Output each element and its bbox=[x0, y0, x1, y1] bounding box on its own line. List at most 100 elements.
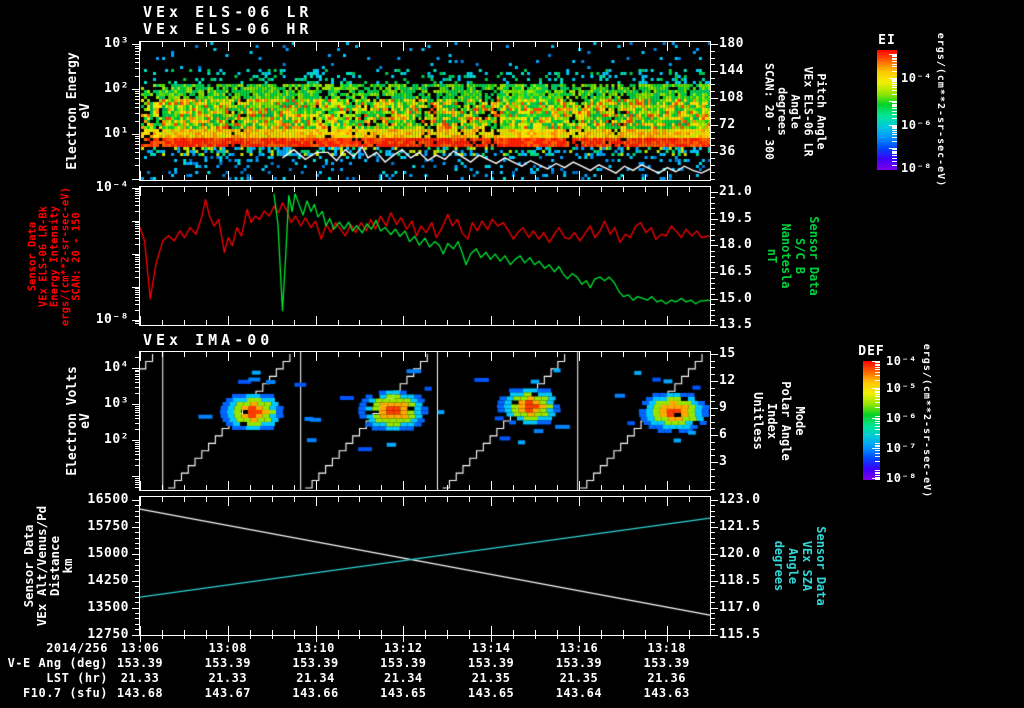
els-spectrogram-xtick-bottom bbox=[205, 175, 207, 180]
EI-colorbar-minor-tick bbox=[892, 157, 897, 159]
ima-spectrogram-left-minor-tick bbox=[135, 378, 139, 380]
table-row-label: LST (hr) bbox=[46, 671, 108, 685]
alt-sza-left-minor-tick bbox=[135, 575, 139, 577]
els-intensity-b-xtick-bottom bbox=[337, 320, 339, 325]
DEF-colorbar-minor-tick bbox=[875, 366, 880, 368]
els-intensity-b-xtick-top bbox=[447, 187, 449, 192]
alt-sza-right-minor-tick bbox=[711, 591, 715, 593]
alt-sza-left-major-tick bbox=[132, 553, 139, 555]
ima-spectrogram-xtick-top bbox=[227, 352, 229, 361]
els-intensity-b-xtick-top bbox=[644, 187, 646, 192]
alt-sza-xtick-top bbox=[556, 497, 558, 502]
alt-sza-right-minor-tick bbox=[711, 602, 715, 604]
ima-spectrogram-right-minor-tick bbox=[711, 374, 715, 376]
alt-sza-right-axis-label: Sensor Data VEx SZA Angle degrees bbox=[772, 526, 828, 606]
els-spectrogram-right-minor-tick bbox=[711, 178, 715, 180]
ima-spectrogram-xtick-bottom bbox=[513, 485, 515, 490]
alt-sza-left-minor-tick bbox=[135, 586, 139, 588]
alt-sza-xtick-below bbox=[293, 636, 295, 639]
DEF-colorbar-minor-tick bbox=[875, 479, 880, 480]
table-cell: 21.33 bbox=[120, 671, 160, 685]
els-intensity-b-xtick-top bbox=[205, 187, 207, 192]
alt-sza-xtick-bottom bbox=[469, 630, 471, 635]
els-intensity-b-right-minor-tick bbox=[711, 240, 715, 242]
alt-sza-xtick-top bbox=[315, 497, 317, 506]
EI-colorbar-minor-tick bbox=[892, 149, 897, 151]
ima-spectrogram-xtick-top bbox=[600, 352, 602, 357]
els-intensity-b-right-major-tick bbox=[711, 191, 718, 193]
els-spectrogram-xtick-top bbox=[337, 42, 339, 47]
els-spectrogram-xtick-top bbox=[140, 42, 141, 51]
alt-sza-xtick-below bbox=[688, 636, 690, 639]
panel3-title: VEx IMA-00 bbox=[143, 331, 274, 349]
ima-spectrogram-left-minor-tick bbox=[135, 373, 139, 375]
alt-sza-left-minor-tick bbox=[135, 613, 139, 615]
ima-spectrogram-left-minor-tick bbox=[135, 393, 139, 395]
ima-spectrogram-left-minor-tick bbox=[135, 441, 139, 443]
EI-colorbar-minor-tick bbox=[892, 129, 897, 131]
time-tick-label: 13:10 bbox=[296, 641, 335, 655]
ima-spectrogram-xtick-bottom bbox=[337, 485, 339, 490]
DEF-colorbar-minor-tick bbox=[875, 369, 880, 371]
els-intensity-b-xtick-top bbox=[183, 187, 185, 192]
panel-ima-spectrogram bbox=[139, 351, 711, 491]
els-spectrogram-right-minor-tick bbox=[711, 131, 715, 133]
ima-spectrogram-left-minor-tick bbox=[135, 458, 139, 460]
EI-colorbar-minor-tick bbox=[892, 141, 897, 143]
alt-sza-xtick-top bbox=[688, 497, 690, 502]
ima-spectrogram-xtick-top bbox=[161, 352, 163, 357]
els-spectrogram-xtick-bottom bbox=[271, 175, 273, 180]
els-spectrogram-left-major-tick bbox=[132, 44, 139, 46]
els-spectrogram-left-minor-tick bbox=[135, 67, 139, 69]
alt-sza-xtick-below bbox=[644, 636, 646, 639]
els-spectrogram-right-minor-tick bbox=[711, 144, 715, 146]
els-intensity-b-left-minor-tick bbox=[135, 228, 139, 230]
alt-sza-xtick-top bbox=[447, 497, 449, 502]
els-intensity-b-xtick-bottom bbox=[403, 316, 405, 325]
DEF-colorbar-minor-tick bbox=[875, 402, 880, 404]
EI-colorbar-minor-tick bbox=[892, 57, 897, 59]
els-spectrogram-right-minor-tick bbox=[711, 104, 715, 106]
alt-sza-xtick-bottom bbox=[403, 626, 405, 635]
ima-spectrogram-right-minor-tick bbox=[711, 428, 715, 430]
DEF-colorbar-minor-tick bbox=[875, 398, 880, 400]
DEF-colorbar-minor-tick bbox=[875, 450, 880, 452]
els-intensity-b-right-minor-tick bbox=[711, 213, 715, 215]
els-intensity-b-left-minor-tick bbox=[135, 304, 139, 306]
alt-sza-right-major-tick bbox=[711, 500, 718, 502]
els-intensity-b-xtick-top bbox=[666, 187, 668, 196]
ima-spectrogram-left-minor-tick bbox=[135, 481, 139, 483]
ima-spectrogram-left-minor-tick bbox=[135, 422, 139, 424]
alt-sza-left-major-tick bbox=[132, 635, 139, 636]
alt-sza-xtick-bottom bbox=[578, 626, 580, 635]
alt-sza-xtick-top bbox=[622, 497, 624, 502]
alt-sza-right-minor-tick bbox=[711, 559, 715, 561]
EI-colorbar-minor-tick bbox=[892, 128, 897, 130]
EI-colorbar-minor-tick bbox=[892, 113, 897, 115]
alt-sza-left-minor-tick bbox=[135, 602, 139, 604]
els-spectrogram-xtick-top bbox=[622, 42, 624, 47]
els-spectrogram-left-minor-tick bbox=[135, 157, 139, 159]
ima-spectrogram-left-minor-tick bbox=[135, 465, 139, 467]
alt-sza-left-major-tick bbox=[132, 581, 139, 583]
els-spectrogram-right-major-tick bbox=[711, 70, 718, 72]
els-spectrogram-xtick-bottom bbox=[161, 175, 163, 180]
els-intensity-b-xtick-top bbox=[688, 187, 690, 192]
els-intensity-b-right-major-tick bbox=[711, 272, 718, 274]
els-intensity-b-xtick-bottom bbox=[183, 320, 185, 325]
ima-spectrogram-xtick-top bbox=[359, 352, 361, 357]
els-spectrogram-left-minor-tick bbox=[135, 144, 139, 146]
els-intensity-b-right-minor-tick bbox=[711, 315, 715, 317]
els-spectrogram-right-major-tick bbox=[711, 98, 718, 100]
alt-sza-xtick-bottom bbox=[447, 630, 449, 635]
ima-spectrogram-xtick-top bbox=[337, 352, 339, 357]
alt-sza-xtick-top bbox=[425, 497, 427, 502]
date-label: 2014/256 bbox=[46, 641, 108, 655]
EI-colorbar-tick-label: 10⁻⁶ bbox=[901, 117, 932, 132]
els-intensity-b-left-minor-tick bbox=[135, 263, 139, 265]
DEF-colorbar-minor-tick bbox=[875, 429, 880, 431]
alt-sza-xtick-top bbox=[535, 497, 536, 502]
els-intensity-b-right-minor-tick bbox=[711, 293, 715, 295]
alt-sza-xtick-below bbox=[183, 636, 185, 639]
els-spectrogram-xtick-top bbox=[666, 42, 668, 51]
